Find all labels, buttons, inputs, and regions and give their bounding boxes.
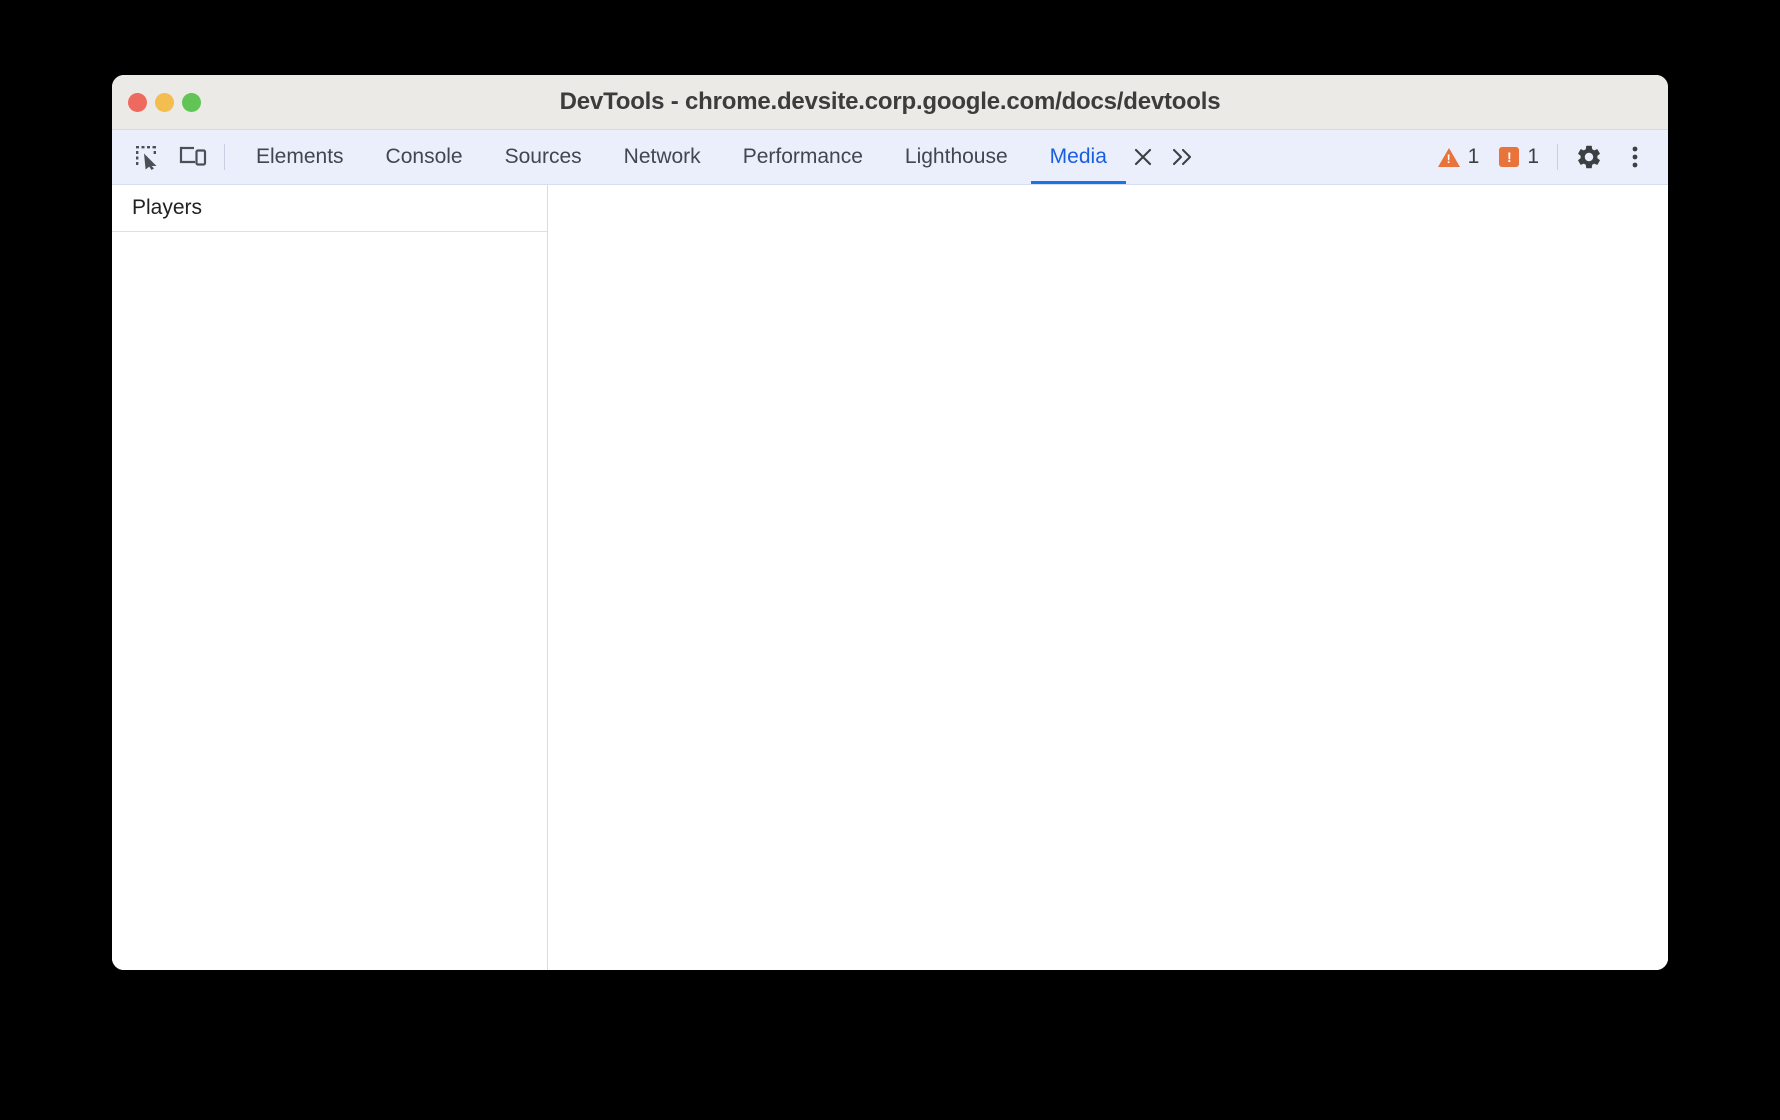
tab-label: Media (1049, 145, 1107, 168)
settings-button[interactable] (1566, 130, 1612, 184)
error-count: 1 (1527, 145, 1539, 168)
tab-label: Lighthouse (904, 145, 1008, 168)
tabbar-right-group: 1 ! 1 (1428, 130, 1668, 184)
inspect-element-icon (136, 146, 157, 170)
more-options-button[interactable] (1612, 130, 1658, 184)
warning-triangle-icon (1437, 147, 1460, 167)
warning-count: 1 (1467, 145, 1480, 168)
tab-media[interactable]: Media (1029, 130, 1128, 184)
toolbar-divider (224, 144, 225, 170)
error-count-button[interactable]: ! 1 (1489, 130, 1549, 184)
tab-elements[interactable]: Elements (235, 130, 365, 184)
devtools-tabbar: Elements Console Sources Network Perform… (112, 130, 1668, 185)
screen: DevTools - chrome.devsite.corp.google.co… (0, 0, 1780, 1120)
close-tab-button[interactable] (1128, 130, 1162, 184)
tab-label: Performance (742, 145, 863, 168)
maximize-window-button[interactable] (182, 93, 201, 112)
toolbar-divider-right (1557, 144, 1558, 170)
devtools-window: DevTools - chrome.devsite.corp.google.co… (112, 75, 1668, 970)
error-square-icon: ! (1499, 147, 1520, 167)
warning-count-button[interactable]: 1 (1428, 130, 1490, 184)
media-content-pane (548, 185, 1668, 970)
more-tabs-button[interactable] (1162, 130, 1204, 184)
panel-tab-list: Elements Console Sources Network Perform… (235, 130, 1128, 184)
players-list[interactable] (112, 232, 547, 970)
players-header: Players (112, 185, 547, 232)
tab-sources[interactable]: Sources (484, 130, 603, 184)
device-toolbar-button[interactable] (170, 130, 216, 184)
close-icon (1134, 148, 1151, 166)
media-panel: Players (112, 185, 1668, 970)
kebab-menu-icon (1632, 146, 1638, 168)
tab-label: Console (385, 145, 463, 168)
minimize-window-button[interactable] (155, 93, 174, 112)
close-window-button[interactable] (128, 93, 147, 112)
inspect-element-button[interactable] (124, 130, 170, 184)
tab-console[interactable]: Console (365, 130, 484, 184)
traffic-light-group (128, 75, 201, 130)
tab-network[interactable]: Network (603, 130, 722, 184)
window-title: DevTools - chrome.devsite.corp.google.co… (559, 88, 1221, 115)
tab-performance[interactable]: Performance (722, 130, 884, 184)
gear-icon (1578, 145, 1600, 169)
device-toolbar-icon (179, 146, 207, 166)
window-titlebar: DevTools - chrome.devsite.corp.google.co… (112, 75, 1668, 130)
players-sidebar: Players (112, 185, 548, 970)
tab-label: Elements (256, 145, 344, 168)
tab-label: Sources (504, 145, 582, 168)
chevron-double-right-icon (1172, 148, 1191, 166)
tab-lighthouse[interactable]: Lighthouse (884, 130, 1029, 184)
tab-label: Network (623, 145, 701, 168)
